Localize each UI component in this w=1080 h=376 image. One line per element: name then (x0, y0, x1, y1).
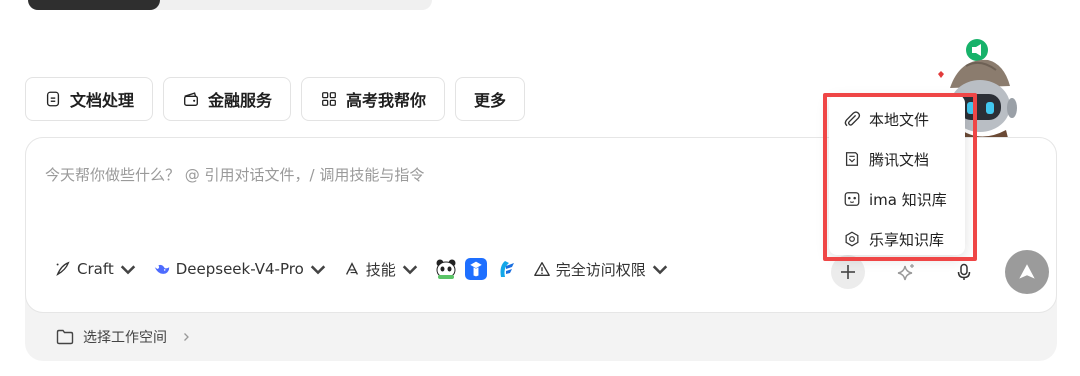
lexiang-app-icon[interactable] (495, 258, 517, 280)
access-selector[interactable]: 完全访问权限 (533, 259, 669, 280)
craft-icon (56, 261, 70, 276)
microphone-icon (957, 263, 971, 280)
plus-icon (841, 265, 855, 279)
chip-label: 文档处理 (70, 91, 135, 110)
menu-item-label: 本地文件 (869, 110, 930, 129)
paperclip-icon (844, 111, 861, 127)
mode-label: Craft (77, 260, 114, 278)
chip-document[interactable]: 文档处理 (25, 77, 154, 121)
model-selector[interactable]: Deepseek-V4-Pro (153, 260, 327, 278)
panda-app-icon[interactable] (435, 258, 457, 280)
skills-selector[interactable]: 技能 (343, 259, 419, 280)
menu-item-label: ima 知识库 (869, 190, 947, 209)
lexiang-icon (845, 231, 859, 247)
send-button[interactable] (1005, 250, 1049, 294)
document-icon (46, 91, 60, 107)
chevron-down-icon (402, 265, 417, 275)
composer-toolbar: Craft Deepseek-V4-Pro 技能 完全访问权限 (54, 258, 669, 280)
grid-icon (322, 92, 336, 106)
access-label: 完全访问权限 (555, 260, 646, 279)
menu-item-ima[interactable]: ima 知识库 (829, 179, 965, 219)
mode-selector[interactable]: Craft (54, 260, 137, 278)
menu-item-label: 腾讯文档 (869, 150, 930, 169)
ima-icon (844, 192, 860, 206)
chip-label: 更多 (474, 91, 507, 110)
chip-label: 高考我帮你 (346, 91, 427, 110)
tencent-app-icon[interactable] (464, 258, 487, 280)
chevron-down-icon (310, 265, 325, 275)
skills-label: 技能 (365, 260, 396, 279)
top-segment-active[interactable] (28, 0, 160, 10)
menu-item-lexiang[interactable]: 乐享知识库 (829, 219, 965, 259)
deepseek-whale-icon (154, 264, 169, 274)
wallet-icon (184, 92, 198, 106)
chip-label: 金融服务 (208, 91, 273, 110)
quick-chips: 文档处理 金融服务 高考我帮你 更多 (25, 77, 526, 121)
voice-input-button[interactable] (947, 255, 981, 289)
sparkle-icon (897, 264, 914, 281)
folder-icon (56, 329, 74, 345)
warning-icon (533, 262, 550, 276)
menu-item-tencent-docs[interactable]: 腾讯文档 (829, 139, 965, 179)
workspace-selector[interactable]: 选择工作空间 (55, 327, 191, 347)
tencent-docs-icon (845, 152, 859, 166)
send-arrow-icon (1019, 264, 1035, 279)
add-attachment-button[interactable] (831, 255, 865, 289)
chip-gaokao[interactable]: 高考我帮你 (301, 77, 446, 121)
menu-item-label: 乐享知识库 (869, 230, 945, 249)
chevron-right-icon (184, 333, 189, 341)
workspace-label: 选择工作空间 (83, 330, 167, 346)
connected-apps (435, 258, 517, 280)
prompt-placeholder[interactable]: 今天帮你做些什么？ @ 引用对话文件，/ 调用技能与指令 (45, 164, 424, 185)
top-segmented-control (28, 0, 432, 10)
chevron-down-icon (652, 265, 668, 275)
magic-enhance-button[interactable] (889, 255, 923, 289)
upload-source-menu: 本地文件 腾讯文档 ima 知识库 乐享知识库 (829, 95, 965, 255)
chip-finance[interactable]: 金融服务 (163, 77, 292, 121)
chip-more[interactable]: 更多 (455, 77, 526, 121)
skills-icon (345, 262, 358, 275)
menu-item-local-file[interactable]: 本地文件 (829, 99, 965, 139)
model-label: Deepseek-V4-Pro (175, 260, 304, 278)
chevron-down-icon (120, 265, 135, 275)
